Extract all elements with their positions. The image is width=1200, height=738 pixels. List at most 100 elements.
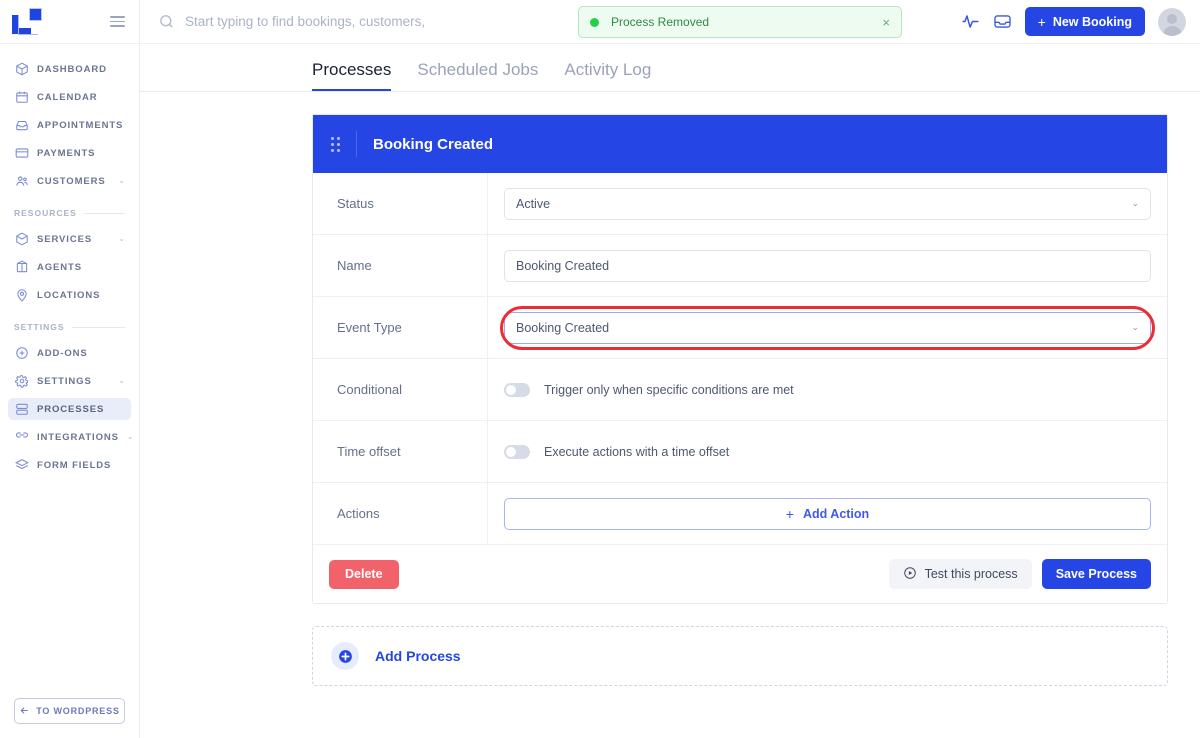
chevron-down-icon: ⌄ [1131, 322, 1139, 332]
status-value: Active [516, 196, 551, 211]
chevron-down-icon: ⌄ [118, 376, 125, 385]
users-icon [14, 174, 29, 189]
process-title: Booking Created [373, 135, 494, 153]
sidebar-item-services[interactable]: SERVICES ⌄ [8, 228, 131, 250]
search-icon [158, 13, 175, 30]
add-process-label: Add Process [375, 648, 461, 664]
header-divider [356, 131, 357, 157]
avatar[interactable] [1158, 7, 1186, 36]
row-conditional: Conditional Trigger only when specific c… [313, 359, 1167, 421]
plus-circle-icon [14, 346, 29, 361]
arrow-left-icon [19, 705, 30, 718]
conditional-toggle-label: Trigger only when specific conditions ar… [544, 382, 794, 397]
row-time-offset: Time offset Execute actions with a time … [313, 421, 1167, 483]
section-divider [71, 326, 125, 328]
chevron-down-icon: ⌄ [126, 432, 134, 441]
chevron-down-icon: ⌄ [1131, 198, 1139, 208]
tab-activity-log[interactable]: Activity Log [564, 61, 651, 91]
tab-scheduled-jobs[interactable]: Scheduled Jobs [417, 61, 538, 91]
save-process-button[interactable]: Save Process [1041, 559, 1151, 589]
calendar-icon [14, 90, 29, 105]
sidebar-item-payments[interactable]: PAYMENTS [8, 142, 131, 164]
inbox-tray-icon[interactable] [993, 12, 1012, 31]
sidebar: DASHBOARD CALENDAR APPOINTMENTS PAYMENTS… [0, 0, 140, 738]
bank-icon [14, 260, 29, 275]
sidebar-item-label: SERVICES [37, 233, 93, 245]
inbox-icon [14, 118, 29, 133]
time-offset-toggle[interactable] [504, 444, 530, 459]
to-wordpress-button[interactable]: TO WORDPRESS [14, 698, 125, 724]
sidebar-item-add-ons[interactable]: ADD-ONS [8, 342, 131, 364]
card-icon [14, 146, 29, 161]
row-status: Status Active ⌄ [313, 173, 1167, 235]
box-icon [14, 232, 29, 247]
sidebar-item-customers[interactable]: CUSTOMERS ⌄ [8, 170, 131, 192]
sidebar-item-label: PROCESSES [37, 403, 105, 415]
sidebar-item-settings[interactable]: SETTINGS ⌄ [8, 370, 131, 392]
row-label: Conditional [313, 359, 488, 420]
drag-handle-icon[interactable] [331, 136, 340, 152]
conditional-toggle-row: Trigger only when specific conditions ar… [504, 382, 794, 397]
section-label: RESOURCES [14, 208, 77, 218]
link-icon [14, 430, 29, 445]
main-area: Process Removed × + New Booking Processe… [140, 0, 1200, 738]
app-root: DASHBOARD CALENDAR APPOINTMENTS PAYMENTS… [0, 0, 1200, 738]
plus-circle-filled-icon [331, 642, 359, 670]
row-event-type: Event Type Booking Created ⌄ [313, 297, 1167, 359]
tab-processes[interactable]: Processes [312, 61, 392, 91]
row-value: + Add Action [488, 483, 1167, 544]
row-value: Trigger only when specific conditions ar… [488, 359, 1167, 420]
event-type-value: Booking Created [516, 320, 610, 335]
event-type-select[interactable]: Booking Created ⌄ [504, 311, 1151, 344]
add-action-label: Add Action [802, 506, 870, 521]
sidebar-item-label: ADD-ONS [37, 347, 88, 359]
chevron-down-icon: ⌄ [118, 176, 125, 185]
content-area: Booking Created Status Active ⌄ Name Boo… [140, 92, 1200, 738]
new-booking-button[interactable]: + New Booking [1024, 7, 1145, 36]
name-input[interactable]: Booking Created [504, 249, 1151, 282]
sidebar-item-processes[interactable]: PROCESSES [8, 398, 131, 420]
add-action-button[interactable]: + Add Action [504, 497, 1151, 530]
section-label: SETTINGS [14, 322, 65, 332]
close-icon[interactable]: × [882, 16, 890, 29]
row-value: Execute actions with a time offset [488, 421, 1167, 482]
toast-message: Process Removed [611, 15, 710, 29]
sidebar-nav: DASHBOARD CALENDAR APPOINTMENTS PAYMENTS… [0, 44, 139, 698]
sidebar-footer: TO WORDPRESS [0, 698, 139, 738]
logo-mark[interactable] [12, 7, 42, 35]
add-process-button[interactable]: Add Process [312, 626, 1168, 686]
conditional-toggle[interactable] [504, 382, 530, 397]
top-bar: Process Removed × + New Booking [140, 0, 1200, 44]
hamburger-icon[interactable] [110, 16, 125, 27]
sidebar-item-calendar[interactable]: CALENDAR [8, 86, 131, 108]
sidebar-item-agents[interactable]: AGENTS [8, 256, 131, 278]
row-label: Name [313, 235, 488, 296]
time-offset-toggle-row: Execute actions with a time offset [504, 444, 730, 459]
row-value: Booking Created ⌄ [488, 297, 1167, 358]
sidebar-item-label: APPOINTMENTS [37, 119, 124, 131]
processes-icon [14, 402, 29, 417]
status-select[interactable]: Active ⌄ [504, 187, 1151, 220]
sidebar-item-dashboard[interactable]: DASHBOARD [8, 58, 131, 80]
sidebar-item-integrations[interactable]: INTEGRATIONS ⌄ [8, 426, 134, 448]
pulse-icon[interactable] [961, 12, 980, 31]
new-booking-label: New Booking [1052, 14, 1132, 29]
sidebar-item-label: CUSTOMERS [37, 175, 106, 187]
row-value: Active ⌄ [488, 173, 1167, 234]
sidebar-item-label: SETTINGS [37, 375, 92, 387]
sidebar-item-locations[interactable]: LOCATIONS [8, 284, 131, 306]
delete-button[interactable]: Delete [329, 559, 399, 589]
time-offset-toggle-label: Execute actions with a time offset [544, 444, 730, 459]
sidebar-item-appointments[interactable]: APPOINTMENTS [8, 114, 131, 136]
sidebar-item-form-fields[interactable]: FORM FIELDS [8, 454, 131, 476]
process-card-footer: Delete Test this process Save Process [313, 545, 1167, 603]
row-actions: Actions + Add Action [313, 483, 1167, 545]
row-label: Actions [313, 483, 488, 544]
sidebar-header [0, 0, 139, 44]
sidebar-section-settings: SETTINGS [14, 322, 125, 332]
test-process-button[interactable]: Test this process [888, 559, 1032, 589]
row-label: Event Type [313, 297, 488, 358]
plus-icon: + [785, 505, 794, 522]
row-label: Status [313, 173, 488, 234]
section-divider [83, 212, 125, 214]
